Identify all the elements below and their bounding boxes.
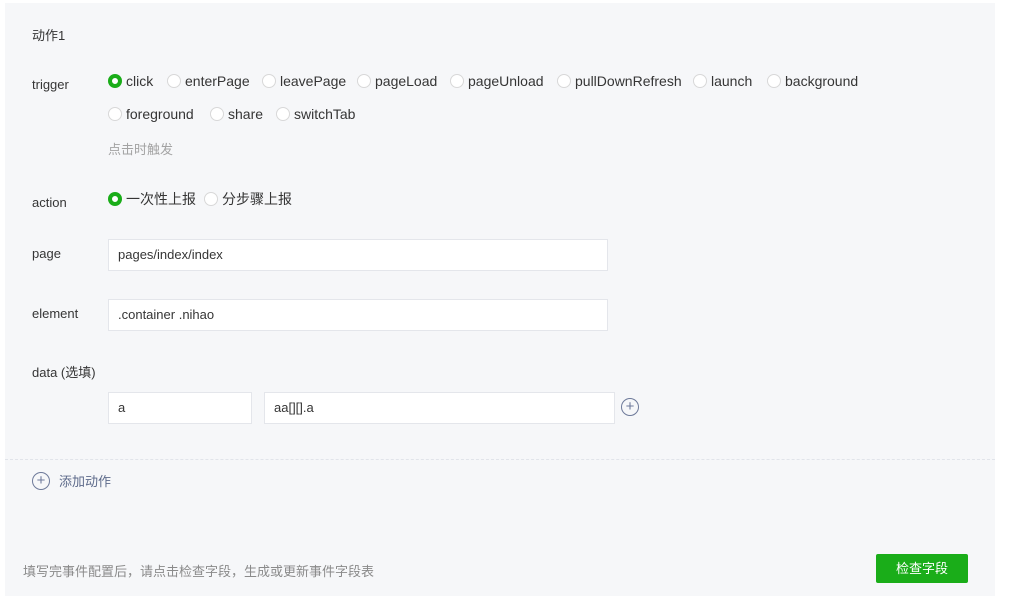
page-input[interactable]: pages/index/index	[108, 239, 608, 271]
trigger-option-label: leavePage	[280, 73, 347, 89]
radio-circle-icon	[167, 74, 181, 88]
radio-circle-icon	[450, 74, 464, 88]
trigger-option-label: background	[785, 73, 859, 89]
section-title: 动作1	[32, 28, 66, 43]
trigger-option-label: share	[228, 106, 264, 122]
trigger-option-label: pageLoad	[375, 73, 438, 89]
element-label: element	[32, 306, 79, 321]
data-label: data (选填)	[32, 365, 96, 380]
trigger-option-label: pullDownRefresh	[575, 73, 682, 89]
radio-circle-icon	[204, 192, 218, 206]
radio-circle-icon	[357, 74, 371, 88]
action-option-label: 分步骤上报	[222, 191, 292, 207]
trigger-option-label: pageUnload	[468, 73, 544, 89]
trigger-radio-1[interactable]: enterPage	[167, 73, 250, 89]
radio-circle-icon	[557, 74, 571, 88]
trigger-hint: 点击时触发	[108, 142, 174, 157]
radio-circle-icon	[210, 107, 224, 121]
action-panel: 动作1 trigger click enterPage leavePage pageL…	[5, 3, 995, 596]
radio-circle-icon	[767, 74, 781, 88]
trigger-label: trigger	[32, 77, 69, 92]
add-action-label: 添加动作	[59, 474, 112, 489]
trigger-radio-2[interactable]: leavePage	[262, 73, 346, 89]
trigger-option-label: foreground	[126, 106, 194, 122]
action-radio-1[interactable]: 分步骤上报	[204, 189, 292, 209]
radio-circle-icon	[276, 107, 290, 121]
add-action-button[interactable]: + 添加动作	[32, 471, 111, 490]
footer-hint: 填写完事件配置后，请点击检查字段，生成或更新事件字段表	[23, 564, 375, 579]
trigger-radio-7[interactable]: background	[767, 73, 858, 89]
trigger-radio-10[interactable]: switchTab	[276, 106, 355, 122]
trigger-radio-3[interactable]: pageLoad	[357, 73, 437, 89]
action-radio-0[interactable]: 一次性上报	[108, 189, 196, 209]
trigger-radio-6[interactable]: launch	[693, 73, 752, 89]
trigger-option-label: enterPage	[185, 73, 250, 89]
data-key-input[interactable]: a	[108, 392, 252, 424]
radio-circle-icon	[262, 74, 276, 88]
radio-circle-icon	[693, 74, 707, 88]
trigger-radio-8[interactable]: foreground	[108, 106, 194, 122]
plus-circle-icon: +	[32, 471, 50, 490]
add-data-field-icon[interactable]: +	[621, 398, 639, 416]
element-input[interactable]: .container .nihao	[108, 299, 608, 331]
radio-circle-icon	[108, 74, 122, 88]
divider	[5, 459, 995, 460]
trigger-radio-9[interactable]: share	[210, 106, 263, 122]
trigger-option-label: click	[126, 73, 154, 89]
trigger-radio-0[interactable]: click	[108, 73, 153, 89]
trigger-radio-4[interactable]: pageUnload	[450, 73, 544, 89]
trigger-option-label: switchTab	[294, 106, 356, 122]
data-value-input[interactable]: aa[][].a	[264, 392, 615, 424]
check-fields-button[interactable]: 检查字段	[876, 554, 968, 583]
trigger-radio-5[interactable]: pullDownRefresh	[557, 73, 682, 89]
page-label: page	[32, 246, 61, 261]
action-option-label: 一次性上报	[126, 191, 196, 207]
trigger-option-label: launch	[711, 73, 753, 89]
radio-circle-icon	[108, 107, 122, 121]
radio-circle-icon	[108, 192, 122, 206]
action-label: action	[32, 195, 67, 210]
